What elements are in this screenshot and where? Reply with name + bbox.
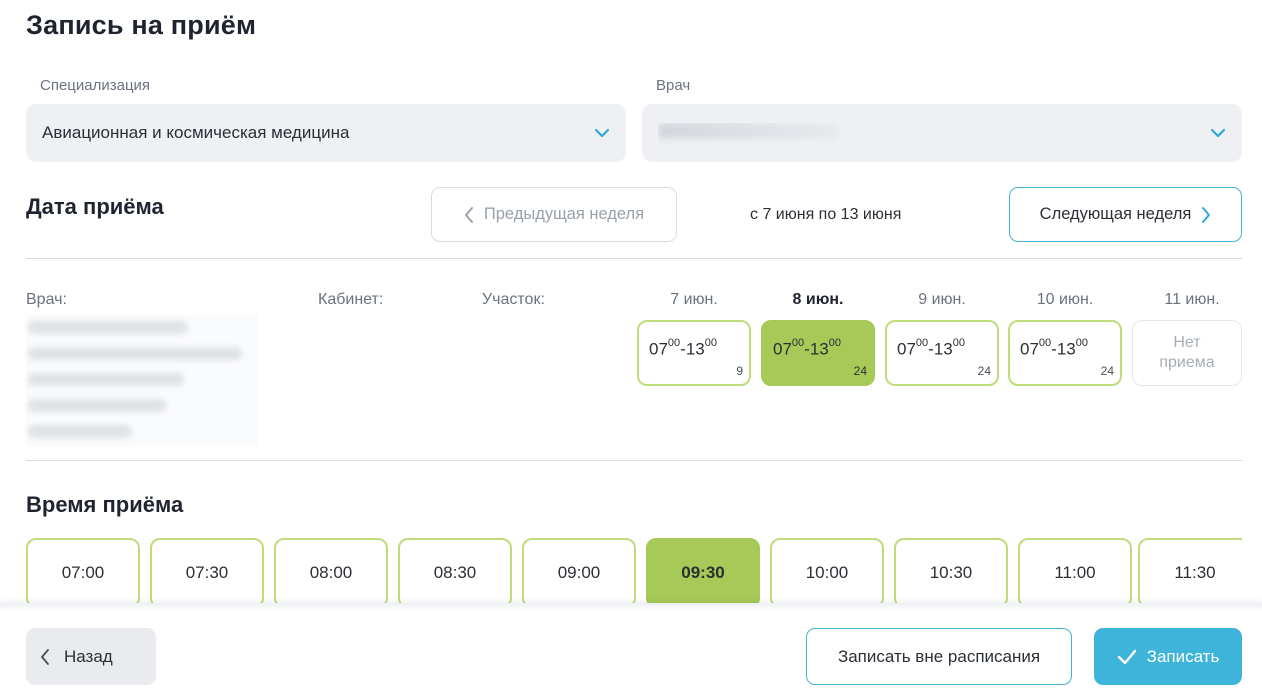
area-column-header: Участок: [482,291,545,308]
off-schedule-button[interactable]: Записать вне расписания [806,628,1072,685]
back-label: Назад [64,646,113,666]
chevron-left-icon [464,206,474,224]
day-header: 7 июн. [670,291,718,308]
day-header-selected: 8 июн. [792,291,844,308]
slot-time: 0700-1300 [897,337,966,359]
time-slots-row: 07:00 07:30 08:00 08:30 09:00 09:30 10:0… [26,538,1242,608]
day-slot[interactable]: 0700-1300 24 [885,320,999,386]
next-week-button[interactable]: Следующая неделя [1009,187,1242,242]
week-range: с 7 июня по 13 июня [750,206,902,223]
submit-label: Записать [1146,646,1220,666]
slot-count: 24 [977,364,991,378]
slot-time: 0700-1300 [773,337,842,359]
date-section-title: Дата приёма [26,194,164,219]
time-slot-button[interactable]: 09:00 [522,538,636,608]
time-slot-button[interactable]: 08:00 [274,538,388,608]
specialization-value: Авиационная и космическая медицина [42,123,350,142]
appointment-page: Запись на приём Специализация Авиационна… [0,0,1262,693]
time-section-title: Время приёма [26,492,184,517]
time-slot-button[interactable]: 07:00 [26,538,140,608]
time-slot-button[interactable]: 07:30 [150,538,264,608]
day-header: 9 июн. [918,291,966,308]
slot-count: 9 [736,364,743,378]
divider [26,258,1242,259]
divider [26,460,1242,461]
specialization-select[interactable]: Авиационная и космическая медицина [26,104,626,162]
footer-bar: Назад Записать вне расписания Записать [0,603,1262,693]
back-button[interactable]: Назад [26,628,156,685]
doctor-value-hidden [658,122,1210,144]
slot-count: 24 [853,364,867,378]
time-slot-button[interactable]: 11:30 [1138,538,1242,608]
page-title: Запись на приём [26,10,257,40]
check-icon [1117,649,1137,665]
chevron-left-icon [40,648,50,666]
slot-time: 0700-1300 [649,337,718,359]
chevron-down-icon [594,128,610,138]
doctor-select[interactable] [642,104,1242,162]
no-slot-line1: Нет [1173,334,1201,351]
chevron-down-icon [1210,128,1226,138]
prev-week-button[interactable]: Предыдущая неделя [431,187,677,242]
day-slot-selected[interactable]: 0700-1300 24 [761,320,875,386]
day-header: 10 июн. [1036,291,1094,308]
specialization-label: Специализация [40,77,151,94]
prev-week-label: Предыдущая неделя [483,205,645,223]
next-week-label: Следующая неделя [1039,205,1192,223]
day-header: 11 июн. [1164,291,1220,308]
slot-time: 0700-1300 [1020,337,1089,359]
day-slot[interactable]: 0700-1300 9 [637,320,751,386]
time-slot-button[interactable]: 10:00 [770,538,884,608]
time-slot-button[interactable]: 11:00 [1018,538,1132,608]
time-slot-button[interactable]: 08:30 [398,538,512,608]
day-slot[interactable]: 0700-1300 24 [1008,320,1122,386]
chevron-right-icon [1201,206,1211,224]
no-slot-line2: приема [1159,354,1215,371]
doctor-column-header: Врач: [26,291,67,308]
doctor-info-redacted [26,315,258,447]
time-slot-button-selected[interactable]: 09:30 [646,538,760,608]
time-slot-button[interactable]: 10:30 [894,538,1008,608]
submit-button[interactable]: Записать [1094,628,1242,685]
doctor-label: Врач [656,77,691,94]
slot-count: 24 [1100,364,1114,378]
day-slot-unavailable: Нет приема [1132,320,1242,386]
cabinet-column-header: Кабинет: [318,291,384,308]
